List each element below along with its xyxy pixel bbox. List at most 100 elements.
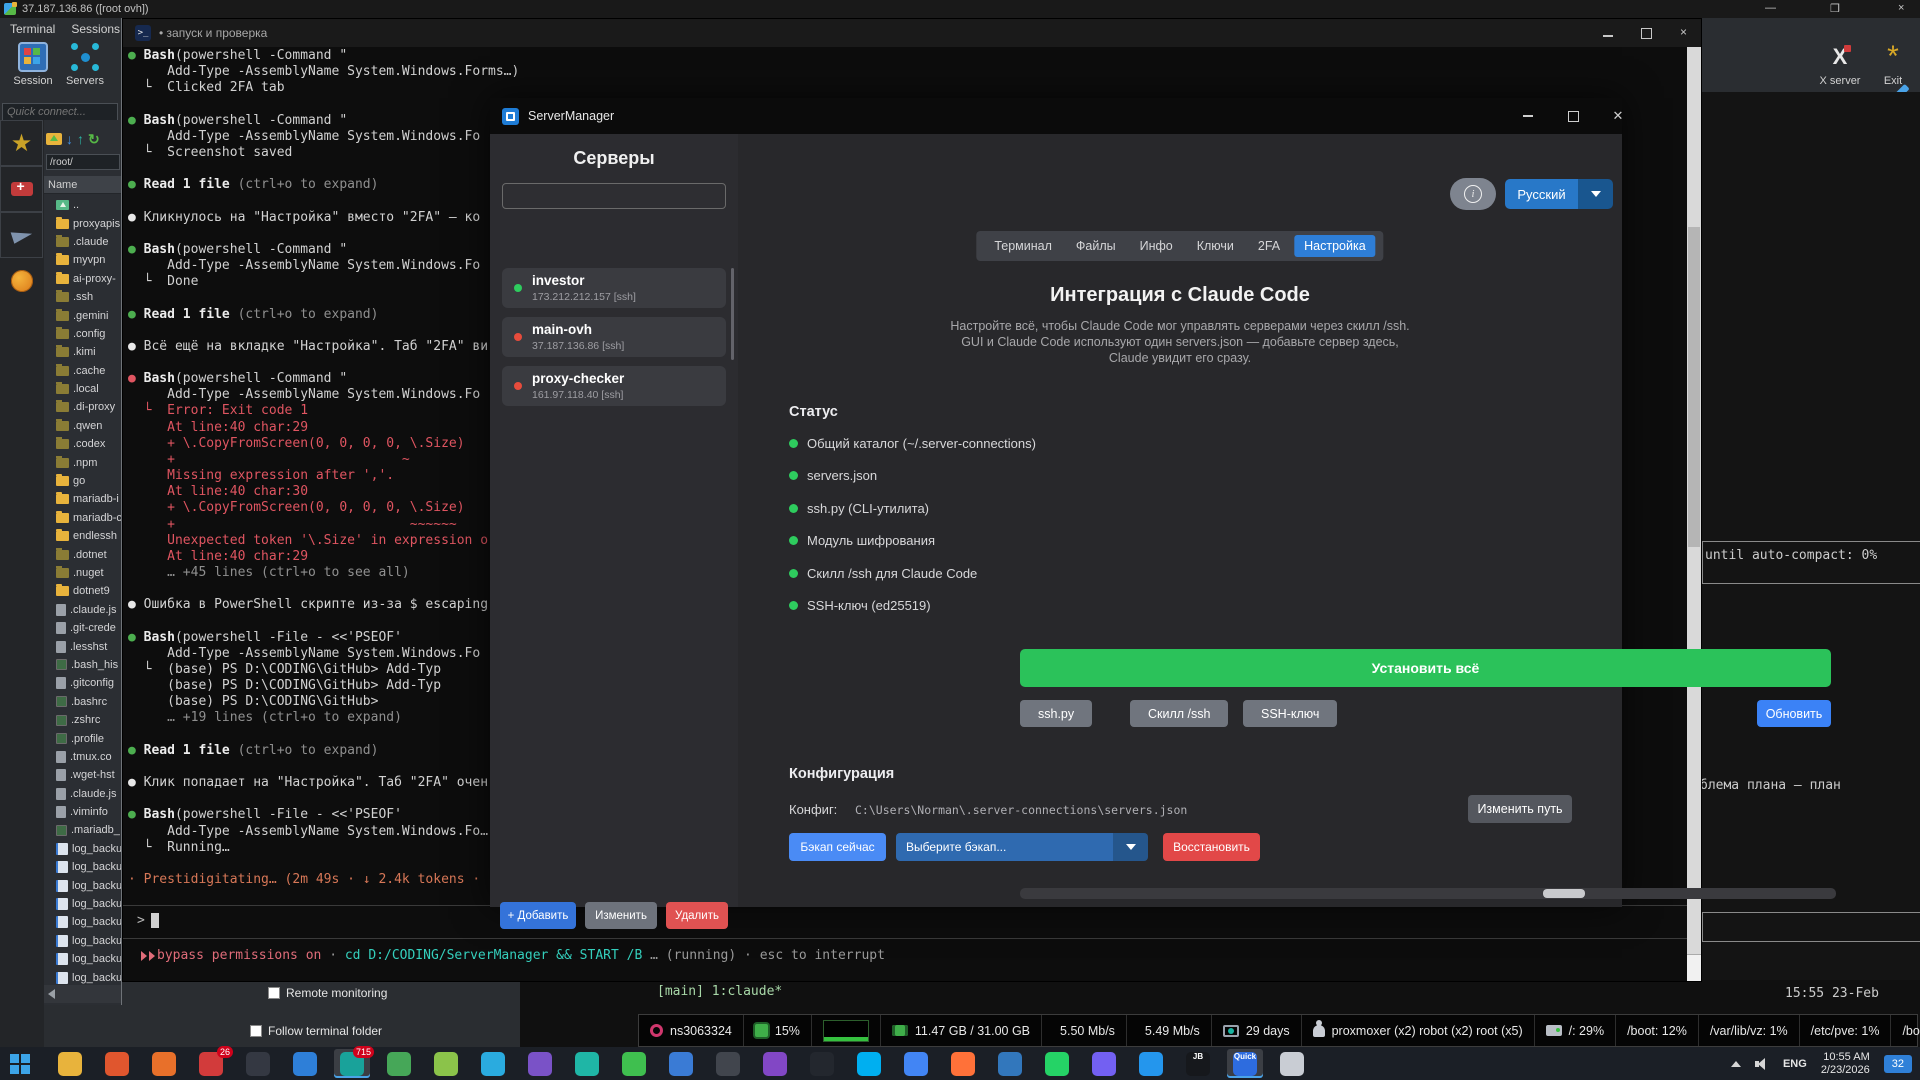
backup-now-button[interactable]: Бэкап сейчас (789, 833, 886, 861)
menu-sessions[interactable]: Sessions (71, 22, 120, 36)
file-row[interactable]: ai-proxy- (44, 270, 122, 288)
file-row[interactable]: mariadb-i (44, 490, 122, 508)
file-row[interactable]: .dotnet (44, 545, 122, 563)
taskbar-icon-explorer-2[interactable] (663, 1049, 699, 1078)
taskbar-icon-docker[interactable] (1133, 1049, 1169, 1078)
file-row[interactable]: .lesshst (44, 637, 122, 655)
file-row[interactable]: .gitconfig (44, 674, 122, 692)
file-row[interactable]: .tmux.co (44, 748, 122, 766)
info-button[interactable]: i (1450, 178, 1496, 210)
file-row[interactable]: .npm (44, 453, 122, 471)
maximize-icon[interactable] (1641, 25, 1652, 39)
minimize-icon[interactable] (1512, 103, 1544, 129)
tab-файлы[interactable]: Файлы (1066, 235, 1126, 257)
checkbox-icon[interactable] (250, 1025, 262, 1037)
clock[interactable]: 10:55 AM2/23/2026 (1821, 1051, 1870, 1077)
taskbar-icon-brave[interactable] (99, 1049, 135, 1078)
file-row[interactable]: .. (44, 196, 122, 214)
add-server-button[interactable]: + Добавить (500, 902, 576, 929)
quick-connect-input[interactable] (2, 103, 118, 121)
edit-server-button[interactable]: Изменить (585, 902, 657, 929)
scroll-left-icon[interactable] (48, 989, 55, 999)
tab-2fa[interactable]: 2FA (1248, 235, 1290, 257)
file-row[interactable]: .wget-hst (44, 766, 122, 784)
file-row[interactable]: log_backu (44, 840, 122, 858)
terminal-prompt[interactable]: > (137, 913, 159, 928)
minimize-icon[interactable]: — (1765, 2, 1776, 14)
taskbar-icon-firefox-2[interactable] (945, 1049, 981, 1078)
file-row[interactable]: dotnet9 (44, 582, 122, 600)
file-row[interactable]: .claude.js (44, 601, 122, 619)
path-input[interactable] (46, 154, 120, 170)
x-server-button[interactable]: X X server (1812, 42, 1868, 87)
taskbar-icon-skype[interactable] (851, 1049, 887, 1078)
file-row[interactable]: .nuget (44, 564, 122, 582)
file-row[interactable]: .cache (44, 362, 122, 380)
remote-monitoring-option[interactable]: Remote monitoring (268, 986, 387, 1000)
maximize-icon[interactable]: ❒ (1830, 2, 1840, 15)
file-row[interactable]: .claude (44, 233, 122, 251)
taskbar-icon-app-blue[interactable] (287, 1049, 323, 1078)
file-row[interactable]: .codex (44, 435, 122, 453)
file-row[interactable]: log_backu (44, 932, 122, 950)
file-row[interactable]: .config (44, 325, 122, 343)
close-icon[interactable]: ✕ (1602, 103, 1634, 129)
delete-server-button[interactable]: Удалить (666, 902, 728, 929)
file-row[interactable]: .viminfo (44, 803, 122, 821)
taskbar-icon-telegram[interactable] (475, 1049, 511, 1078)
refresh-button[interactable]: Обновить (1757, 700, 1831, 727)
file-row[interactable]: log_backu (44, 895, 122, 913)
server-list-scrollbar[interactable] (731, 268, 734, 360)
file-row[interactable]: .bash_his (44, 656, 122, 674)
change-path-button[interactable]: Изменить путь (1468, 795, 1572, 823)
download-icon[interactable]: ↓ (66, 131, 73, 147)
taskbar-icon-edge[interactable] (992, 1049, 1028, 1078)
file-row[interactable]: proxyapis (44, 214, 122, 232)
menu-terminal[interactable]: Terminal (10, 22, 55, 36)
taskbar-icon-mobaxterm[interactable]: 715 (334, 1049, 370, 1078)
component-button-3[interactable]: SSH-ключ (1243, 700, 1337, 727)
taskbar-icon-whatsapp-2[interactable] (1039, 1049, 1075, 1078)
file-row[interactable]: .di-proxy (44, 398, 122, 416)
scrollbar-thumb[interactable] (1688, 227, 1700, 547)
file-row[interactable]: go (44, 472, 122, 490)
file-row[interactable]: log_backu (44, 913, 122, 931)
tab-терминал[interactable]: Терминал (984, 235, 1062, 257)
taskbar-icon-quick-launch[interactable]: Quick (1227, 1049, 1263, 1078)
install-all-button[interactable]: Установить всё (1020, 649, 1831, 687)
tab-инфо[interactable]: Инфо (1130, 235, 1183, 257)
taskbar-icon-paint[interactable] (1274, 1049, 1310, 1078)
exit-button[interactable]: * Exit (1868, 42, 1918, 87)
tab-ключи[interactable]: Ключи (1187, 235, 1244, 257)
file-row[interactable]: .profile (44, 729, 122, 747)
file-row[interactable]: myvpn (44, 251, 122, 269)
tray-expand-icon[interactable] (1731, 1061, 1741, 1067)
file-row[interactable]: .bashrc (44, 693, 122, 711)
close-icon[interactable]: × (1680, 25, 1687, 39)
file-row[interactable]: log_backu (44, 950, 122, 968)
file-row[interactable]: .gemini (44, 306, 122, 324)
file-row[interactable]: log_backu (44, 876, 122, 894)
scrollbar-thumb[interactable] (1543, 889, 1585, 898)
taskbar-icon-terminal[interactable] (710, 1049, 746, 1078)
follow-terminal-option[interactable]: Follow terminal folder (250, 1024, 382, 1038)
server-item[interactable]: proxy-checker161.97.118.40 [ssh] (502, 366, 726, 406)
taskbar-icon-v2ray[interactable] (757, 1049, 793, 1078)
checkbox-icon[interactable] (268, 987, 280, 999)
terminal-scrollbar[interactable] (1687, 47, 1701, 981)
session-button[interactable]: Session (4, 42, 62, 87)
taskbar-icon-whatsapp[interactable] (616, 1049, 652, 1078)
file-panel-scrollbar[interactable] (44, 985, 122, 1003)
backup-select[interactable]: Выберите бэкап... (896, 833, 1148, 861)
language-indicator[interactable]: ENG (1783, 1058, 1807, 1070)
chevron-down-icon[interactable] (1578, 179, 1613, 209)
maximize-icon[interactable] (1557, 103, 1589, 129)
file-row[interactable]: .local (44, 380, 122, 398)
file-row[interactable]: .claude.js (44, 785, 122, 803)
close-icon[interactable]: × (1898, 2, 1904, 14)
taskbar-icon-jetbrains[interactable]: JB (1180, 1049, 1216, 1078)
taskbar-icon-steam[interactable] (240, 1049, 276, 1078)
file-row[interactable]: .qwen (44, 417, 122, 435)
chevron-down-icon[interactable] (1113, 833, 1148, 861)
taskbar-icon-app-purple[interactable] (522, 1049, 558, 1078)
